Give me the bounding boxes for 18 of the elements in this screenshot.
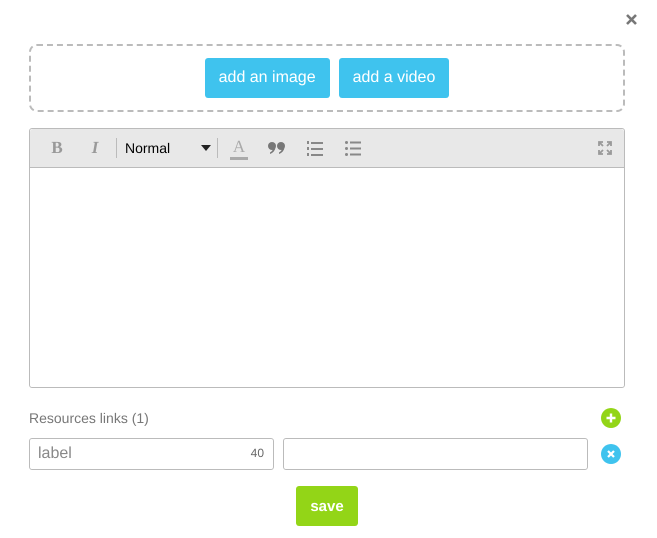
quote-icon <box>268 141 286 155</box>
add-media-button[interactable]: add an image <box>204 58 330 98</box>
fullscreen-icon[interactable] <box>598 141 612 155</box>
url-input-field[interactable] <box>283 438 588 470</box>
save-button[interactable]: save <box>296 486 358 526</box>
bullet-list-icon <box>345 140 361 156</box>
numbered-list-icon <box>307 140 323 156</box>
add-media-button[interactable]: add a video <box>338 58 450 98</box>
format-dropdown[interactable]: Normal <box>119 134 215 162</box>
caret-icon <box>201 145 211 151</box>
italic-button[interactable]: I <box>76 134 114 162</box>
character-counter: 40 <box>250 446 264 460</box>
remove-icon[interactable] <box>601 444 621 464</box>
bold-button[interactable]: B <box>38 134 76 162</box>
add-icon[interactable] <box>601 408 621 428</box>
resources-links-title: Resources links (1) <box>29 410 149 426</box>
text-color-button[interactable]: A <box>220 133 258 163</box>
close-icon[interactable] <box>626 14 637 25</box>
